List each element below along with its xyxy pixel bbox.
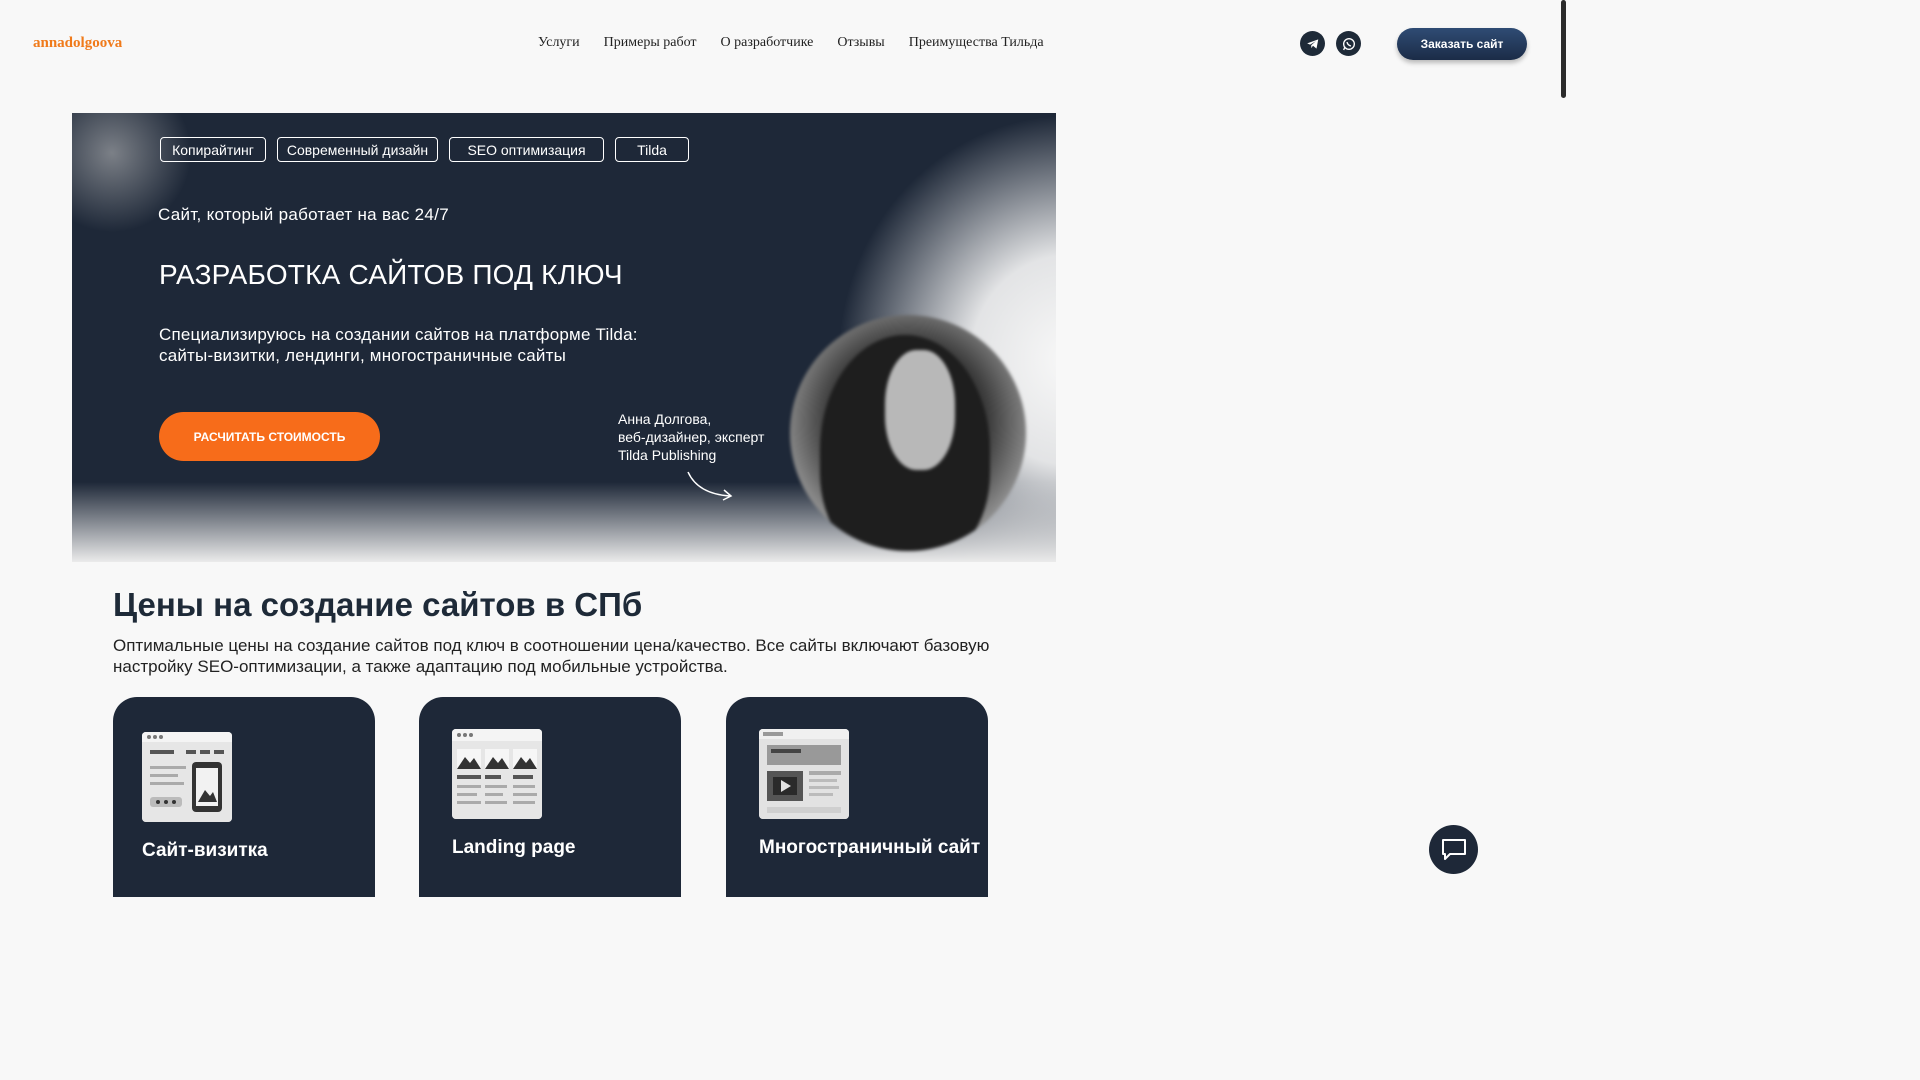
- price-card-title: Многостраничный сайт: [759, 837, 981, 858]
- tag-copywriting: Копирайтинг: [160, 137, 266, 162]
- hero-section: Копирайтинг Современный дизайн SEO оптим…: [72, 113, 1056, 562]
- author-role: веб-дизайнер, эксперт: [618, 429, 765, 445]
- author-photo-face: [885, 350, 955, 470]
- author-name: Анна Долгова,: [618, 411, 712, 427]
- nav-item-about[interactable]: О разработчике: [721, 35, 814, 51]
- multipage-site-icon: [759, 729, 849, 819]
- author-role: Tilda Publishing: [618, 447, 717, 463]
- hero-description: Специализируюсь на создании сайтов на пл…: [159, 324, 679, 366]
- nav-item-tilda-advantages[interactable]: Преимущества Тильда: [909, 35, 1044, 51]
- chat-widget-button[interactable]: [1429, 825, 1478, 874]
- price-card-title: Сайт-визитка: [142, 840, 268, 861]
- chat-icon: [1441, 838, 1466, 860]
- tag-seo: SEO оптимизация: [449, 137, 604, 162]
- price-card-title: Landing page: [452, 837, 576, 858]
- hero-description-line: Специализируюсь на создании сайтов на пл…: [159, 325, 638, 344]
- prices-title: Цены на создание сайтов в СПб: [113, 586, 643, 623]
- telegram-icon[interactable]: [1300, 31, 1325, 56]
- page-scrollbar[interactable]: [1561, 0, 1566, 98]
- hero-description-line: сайты-визитки, лендинги, многостраничные…: [159, 346, 566, 365]
- price-card-multipage[interactable]: Многостраничный сайт: [726, 697, 988, 897]
- author-caption: Анна Долгова, веб-дизайнер, эксперт Tild…: [618, 410, 764, 464]
- nav-item-reviews[interactable]: Отзывы: [837, 35, 884, 51]
- whatsapp-icon[interactable]: [1336, 31, 1361, 56]
- price-card-business-card[interactable]: Сайт-визитка: [113, 697, 375, 897]
- hero-subtitle: Сайт, который работает на вас 24/7: [158, 205, 449, 224]
- tag-tilda: Tilda: [615, 137, 689, 162]
- order-site-button[interactable]: Заказать сайт: [1397, 28, 1527, 60]
- author-photo: [790, 315, 1026, 551]
- business-card-site-icon: [142, 732, 232, 822]
- price-card-landing[interactable]: Landing page: [419, 697, 681, 897]
- main-nav: Услуги Примеры работ О разработчике Отзы…: [538, 35, 1044, 51]
- curved-arrow-icon: [687, 471, 733, 501]
- hero-title: РАЗРАБОТКА САЙТОВ ПОД КЛЮЧ: [159, 259, 623, 290]
- prices-description: Оптимальные цены на создание сайтов под …: [113, 636, 990, 676]
- tag-modern-design: Современный дизайн: [277, 137, 438, 162]
- hero-tags: Копирайтинг Современный дизайн SEO оптим…: [160, 137, 689, 162]
- calculate-price-button[interactable]: РАСЧИТАТЬ СТОИМОСТЬ: [159, 412, 380, 461]
- site-logo[interactable]: annadolgoova: [33, 35, 122, 52]
- nav-item-portfolio[interactable]: Примеры работ: [604, 35, 697, 51]
- landing-page-icon: [452, 729, 542, 819]
- nav-item-services[interactable]: Услуги: [538, 35, 580, 51]
